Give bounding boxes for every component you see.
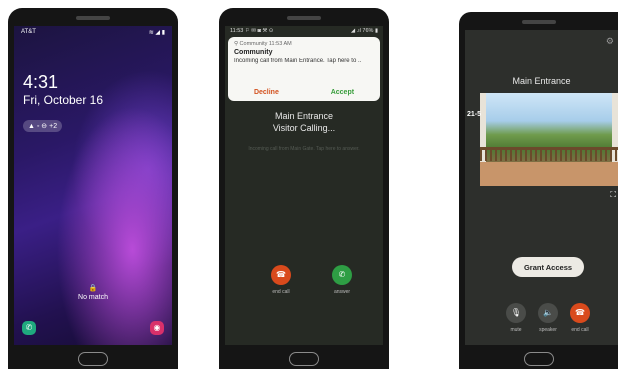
- biometric-message: No match: [78, 294, 108, 301]
- notification-app-line: ⚲ Community 11:53 AM: [234, 41, 292, 47]
- camera-icon[interactable]: ◉: [150, 321, 164, 335]
- notification-pill[interactable]: ▲ ◦ ⊖ +2: [23, 120, 63, 132]
- phone-speaker: [76, 16, 110, 20]
- mute-button[interactable]: 🎙: [506, 303, 526, 323]
- status-bar: 11:53 ⚐ ✉ ◙ ⚒ ⊙ ◢ .ıl 76% ▮: [230, 28, 378, 37]
- feed-timestamp: 21-5: [467, 111, 482, 118]
- lock-icon: 🔒: [88, 285, 98, 292]
- notification-actions: Decline Accept: [228, 89, 380, 96]
- lock-screen[interactable]: AT&T ≋ ◢ ▮ 4:31 Fri, October 16 ▲ ◦ ⊖ +2…: [14, 26, 172, 345]
- phone-icon[interactable]: ✆: [22, 321, 36, 335]
- decline-button[interactable]: Decline: [254, 89, 279, 96]
- fullscreen-icon[interactable]: ⛶: [610, 190, 616, 200]
- carrier-label: AT&T: [21, 29, 36, 35]
- railing: [480, 149, 618, 161]
- caller-name: Main Entrance: [274, 111, 334, 121]
- phone-incoming-call: 11:53 ⚐ ✉ ◙ ⚒ ⊙ ◢ .ıl 76% ▮ ⚲ Community …: [219, 8, 389, 369]
- video-call-title: Main Entrance: [512, 76, 571, 86]
- end-call-icon: ☎: [276, 270, 286, 279]
- home-button[interactable]: [78, 352, 108, 366]
- accept-button[interactable]: Accept: [331, 89, 354, 96]
- status-icons: ≋ ◢ ▮: [148, 30, 165, 36]
- lock-date: Fri, October 16: [23, 93, 104, 107]
- video-call-screen: ⚙ Main Entrance 21-5 ⛶ Grant Access 🎙 mu…: [465, 30, 618, 345]
- deck: [480, 162, 618, 186]
- end-call-label: end call: [272, 289, 290, 295]
- home-button[interactable]: [289, 352, 319, 366]
- phone-lock-screen: AT&T ≋ ◢ ▮ 4:31 Fri, October 16 ▲ ◦ ⊖ +2…: [8, 8, 178, 369]
- call-notification[interactable]: ⚲ Community 11:53 AM Community Incoming …: [228, 37, 380, 101]
- status-left: 11:53 ⚐ ✉ ◙ ⚒ ⊙: [230, 28, 274, 34]
- answer-label: answer: [333, 289, 351, 295]
- call-state: Visitor Calling...: [272, 123, 336, 133]
- home-button[interactable]: [523, 352, 554, 366]
- phone-video-call: ⚙ Main Entrance 21-5 ⛶ Grant Access 🎙 mu…: [459, 12, 618, 369]
- answer-hint[interactable]: Incoming call from Main Gate. Tap here t…: [225, 146, 383, 152]
- incoming-call-screen: 11:53 ⚐ ✉ ◙ ⚒ ⊙ ◢ .ıl 76% ▮ ⚲ Community …: [225, 26, 383, 345]
- settings-icon[interactable]: ⚙: [606, 36, 614, 47]
- end-call-button[interactable]: ☎: [570, 303, 590, 323]
- notification-icons: ▲ ◦ ⊖ +2: [28, 123, 58, 130]
- answer-button[interactable]: ✆: [332, 265, 352, 285]
- microphone-icon: 🎙: [510, 308, 522, 317]
- status-right: ◢ .ıl 76% ▮: [350, 28, 378, 34]
- end-call-label: end call: [571, 327, 589, 333]
- speaker-icon: 🔈: [543, 308, 553, 317]
- phone-speaker: [521, 20, 556, 24]
- end-call-button[interactable]: ☎: [271, 265, 291, 285]
- answer-icon: ✆: [338, 270, 346, 279]
- camera-feed: [480, 93, 618, 186]
- end-call-icon: ☎: [575, 308, 585, 317]
- lock-time: 4:31: [23, 72, 59, 92]
- speaker-button[interactable]: 🔈: [538, 303, 558, 323]
- notification-body: Incoming call from Main Entrance. Tap he…: [234, 58, 362, 64]
- phone-speaker: [287, 16, 321, 20]
- notification-title: Community: [234, 49, 273, 56]
- grant-access-button[interactable]: Grant Access: [512, 257, 584, 277]
